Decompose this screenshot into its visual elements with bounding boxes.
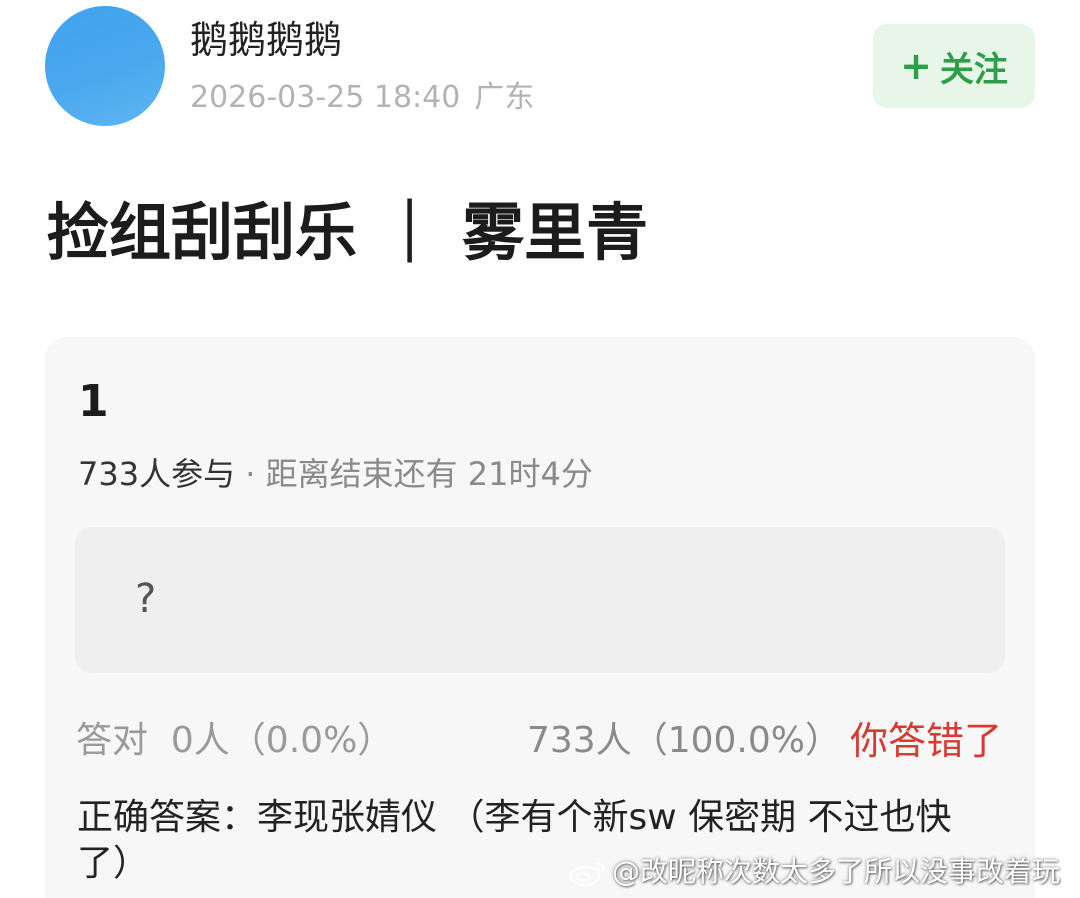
- quiz-title: 1: [78, 376, 109, 427]
- plus-icon: +: [900, 44, 932, 88]
- watermark-text: @改昵称次数太多了所以没事改着玩: [612, 855, 1061, 888]
- quiz-option-text: ?: [135, 576, 157, 622]
- wrong-answer-label: 你答错了: [850, 719, 1003, 763]
- stats-separator: ·: [235, 455, 266, 493]
- weibo-icon: [569, 861, 606, 887]
- avatar[interactable]: [45, 6, 165, 126]
- author-name[interactable]: 鹅鹅鹅鹅: [190, 16, 342, 64]
- post-meta: 2026-03-25 18:40 广东: [190, 78, 534, 118]
- post-timestamp: 2026-03-25 18:40: [190, 80, 461, 115]
- correct-label: 答对: [76, 720, 149, 761]
- correct-result: 答对 0人（0.0%）: [76, 718, 393, 764]
- quiz-stats: 733人参与 · 距离结束还有 21时4分: [78, 453, 593, 495]
- other-count: 733人（100.0%）: [527, 720, 841, 761]
- post-location: 广东: [474, 80, 535, 115]
- quiz-remaining-time: 距离结束还有 21时4分: [265, 455, 593, 493]
- quiz-option[interactable]: [75, 527, 1005, 673]
- follow-button[interactable]: + 关注: [873, 24, 1035, 108]
- post-page: 鹅鹅鹅鹅 2026-03-25 18:40 广东 + 关注 捡组刮刮乐 ｜ 雾里青…: [0, 0, 1080, 898]
- quiz-participants: 733人参与: [78, 455, 236, 493]
- follow-label: 关注: [939, 49, 1008, 90]
- post-title: 捡组刮刮乐 ｜ 雾里青: [47, 196, 649, 269]
- correct-count: 0人（0.0%）: [170, 720, 394, 761]
- watermark: @改昵称次数太多了所以没事改着玩: [568, 852, 1060, 892]
